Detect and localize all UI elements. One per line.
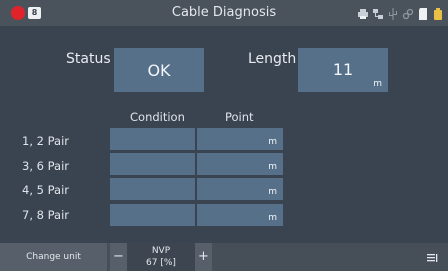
nvp-increase-button[interactable]: + — [195, 243, 212, 271]
close-icon[interactable] — [11, 6, 25, 20]
app-badge: 8 — [28, 7, 41, 19]
condition-cell-3-6 — [110, 153, 195, 175]
nvp-label: NVP — [151, 246, 171, 256]
condition-cell-4-5 — [110, 178, 195, 200]
point-header: Point — [225, 110, 254, 124]
status-field: OK — [114, 48, 204, 92]
length-field: 11 m — [298, 48, 388, 92]
point-unit: m — [268, 213, 277, 223]
printer-icon — [357, 6, 369, 20]
point-cell-3-6: m — [197, 153, 283, 175]
length-value: 11 — [332, 60, 354, 79]
point-unit: m — [268, 137, 277, 147]
point-unit: m — [268, 187, 277, 197]
row-label-7-8: 7, 8 Pair — [22, 208, 69, 222]
usb-icon — [387, 6, 399, 20]
nvp-display: NVP 67 [%] — [127, 243, 195, 271]
condition-header: Condition — [130, 110, 185, 124]
length-unit: m — [373, 79, 382, 89]
status-value: OK — [147, 61, 171, 80]
row-label-3-6: 3, 6 Pair — [22, 159, 69, 173]
link-icon — [402, 6, 414, 20]
length-label: Length — [248, 51, 297, 67]
title-bar: 8 Cable Diagnosis — [0, 0, 448, 26]
menu-icon[interactable] — [426, 250, 438, 264]
condition-cell-7-8 — [110, 204, 195, 226]
status-icons — [357, 5, 444, 21]
row-label-4-5: 4, 5 Pair — [22, 183, 69, 197]
sd-card-icon — [417, 6, 429, 20]
battery-icon — [432, 6, 444, 20]
point-cell-1-2: m — [197, 128, 283, 150]
point-cell-4-5: m — [197, 178, 283, 200]
nvp-value: 67 [%] — [146, 258, 176, 268]
point-cell-7-8: m — [197, 204, 283, 226]
point-unit: m — [268, 162, 277, 172]
change-unit-button[interactable]: Change unit — [0, 243, 107, 271]
nvp-decrease-button[interactable]: − — [110, 243, 127, 271]
condition-cell-1-2 — [110, 128, 195, 150]
network-icon — [372, 6, 384, 20]
status-label: Status — [66, 51, 111, 67]
row-label-1-2: 1, 2 Pair — [22, 134, 69, 148]
